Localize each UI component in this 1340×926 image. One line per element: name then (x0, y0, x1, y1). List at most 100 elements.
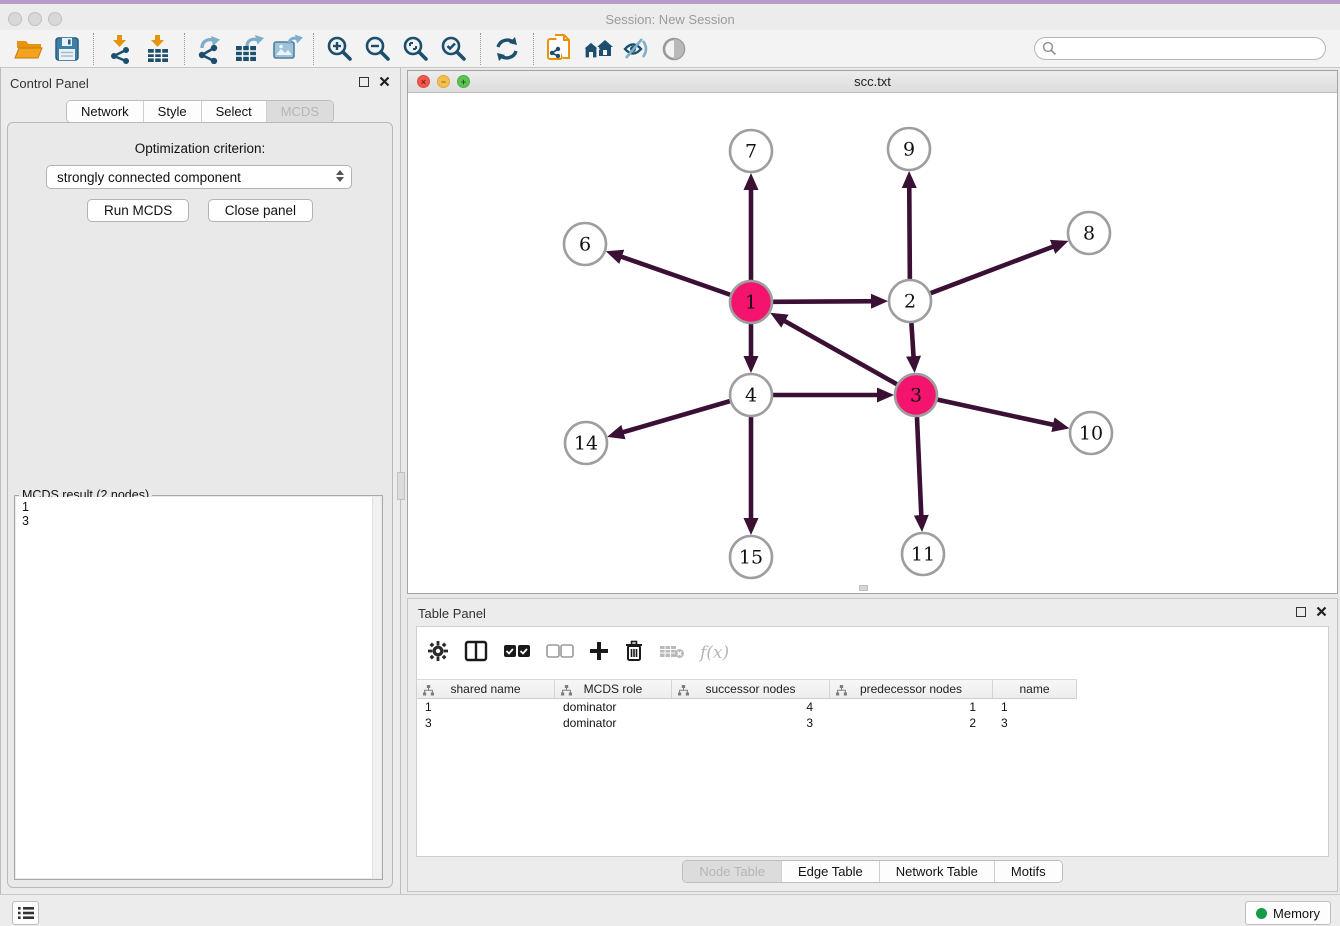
split-table-view-button[interactable] (464, 640, 488, 667)
graph-node-2[interactable]: 2 (889, 280, 931, 322)
deselect-all-columns-button[interactable] (546, 644, 574, 663)
select-all-columns-button[interactable] (503, 644, 531, 663)
tab-style[interactable]: Style (143, 101, 201, 122)
search-input[interactable] (1034, 37, 1326, 60)
tab-mcds[interactable]: MCDS (266, 101, 333, 122)
control-panel: Control Panel NetworkStyleSelectMCDS Opt… (0, 68, 401, 894)
tab-network[interactable]: Network (67, 101, 143, 122)
table-cell: 1 (993, 700, 1077, 716)
graph-edge-3-10[interactable] (937, 400, 1060, 427)
graph-edge-1-6[interactable] (614, 254, 730, 295)
window-titlebar: Session: New Session (0, 8, 1340, 30)
column-header-predecessor-nodes[interactable]: predecessor nodes (830, 680, 993, 698)
panel-divider-grip[interactable] (397, 472, 405, 500)
graph-node-10[interactable]: 10 (1070, 412, 1112, 454)
toolbar-separator (184, 33, 185, 65)
status-bar: Memory (0, 894, 1340, 926)
table-cell: 3 (672, 716, 830, 732)
canvas-resize-grip[interactable] (859, 585, 868, 591)
import-table-button[interactable] (139, 32, 177, 66)
hierarchy-icon (561, 685, 572, 696)
optimization-criterion-value: strongly connected component (57, 170, 241, 185)
export-table-button[interactable] (230, 32, 268, 66)
open-session-button[interactable] (10, 32, 48, 66)
export-network-button[interactable] (192, 32, 230, 66)
main-toolbar (0, 30, 1340, 68)
zoom-fit-button[interactable] (397, 32, 435, 66)
hide-selected-button[interactable] (617, 32, 655, 66)
tab-select[interactable]: Select (201, 101, 266, 122)
graph-edge-3-11[interactable] (917, 417, 922, 523)
table-toolbar: f(x) (427, 635, 729, 671)
close-panel-button[interactable]: Close panel (208, 199, 313, 222)
show-graphics-details-button[interactable] (655, 32, 693, 66)
graph-node-14[interactable]: 14 (565, 422, 607, 464)
graph-node-6[interactable]: 6 (564, 223, 606, 265)
create-column-button[interactable] (589, 641, 609, 666)
import-network-button[interactable] (101, 32, 139, 66)
memory-status-icon (1256, 908, 1267, 919)
hierarchy-icon (836, 685, 847, 696)
zoom-in-icon (326, 35, 354, 63)
hide-eye-icon (621, 35, 651, 63)
graph-node-4[interactable]: 4 (730, 374, 772, 416)
apply-layout-button[interactable] (488, 32, 526, 66)
graph-node-3[interactable]: 3 (895, 374, 937, 416)
network-canvas[interactable]: 1 2 3 4 6 7 8 9 10 11 14 15 (408, 93, 1337, 593)
table-row[interactable]: 3dominator323 (417, 716, 1327, 732)
eye-disabled-icon (660, 35, 688, 63)
column-header-successor-nodes[interactable]: successor nodes (672, 680, 830, 698)
zoom-selected-button[interactable] (435, 32, 473, 66)
table-cell: dominator (555, 700, 672, 716)
graph-edge-2-3[interactable] (911, 323, 914, 364)
graph-node-1[interactable]: 1 (730, 281, 772, 323)
optimization-criterion-label: Optimization criterion: (8, 141, 392, 156)
graph-node-7[interactable]: 7 (730, 130, 772, 172)
zoom-in-button[interactable] (321, 32, 359, 66)
column-header-name[interactable]: name (993, 680, 1077, 698)
network-window-titlebar[interactable]: × − + scc.txt (408, 71, 1337, 93)
graph-node-11[interactable]: 11 (902, 533, 944, 575)
tab-network-table[interactable]: Network Table (879, 861, 994, 882)
mcds-result-text[interactable]: 1 3 (16, 497, 381, 878)
run-mcds-button[interactable]: Run MCDS (87, 199, 189, 222)
graph-node-15[interactable]: 15 (730, 536, 772, 578)
close-panel-icon[interactable] (379, 76, 390, 87)
tab-node-table[interactable]: Node Table (683, 861, 781, 882)
export-table-icon (233, 34, 265, 64)
task-history-button[interactable] (12, 901, 39, 925)
graph-edge-2-8[interactable] (931, 244, 1060, 293)
optimization-criterion-select[interactable]: strongly connected component (46, 165, 352, 189)
table-row[interactable]: 1dominator411 (417, 700, 1327, 716)
search-icon (1042, 41, 1057, 56)
graph-node-8[interactable]: 8 (1068, 212, 1110, 254)
float-panel-icon[interactable] (359, 77, 369, 87)
svg-text:15: 15 (739, 547, 763, 569)
export-image-button[interactable] (268, 32, 306, 66)
first-neighbors-button[interactable] (579, 32, 617, 66)
save-session-button[interactable] (48, 32, 86, 66)
memory-button[interactable]: Memory (1245, 901, 1331, 925)
delete-column-button[interactable] (624, 640, 644, 667)
network-window-title: scc.txt (408, 74, 1337, 89)
tab-edge-table[interactable]: Edge Table (781, 861, 879, 882)
new-network-from-selection-button[interactable] (541, 32, 579, 66)
zoom-out-icon (364, 35, 392, 63)
column-header-shared-name[interactable]: shared name (417, 680, 555, 698)
tab-motifs[interactable]: Motifs (994, 861, 1062, 882)
column-header-MCDS-role[interactable]: MCDS role (555, 680, 672, 698)
svg-text:3: 3 (910, 385, 922, 407)
graph-edge-1-2[interactable] (773, 301, 879, 302)
table-cell: 4 (672, 700, 830, 716)
zoom-out-button[interactable] (359, 32, 397, 66)
result-scrollbar[interactable] (372, 497, 381, 878)
table-cell: dominator (555, 716, 672, 732)
graph-node-9[interactable]: 9 (888, 128, 930, 170)
table-settings-button[interactable] (427, 640, 449, 667)
graph-edge-4-14[interactable] (616, 401, 730, 434)
graph-edge-3-1[interactable] (778, 317, 897, 384)
float-table-panel-icon[interactable] (1296, 607, 1306, 617)
graph-edge-2-9[interactable] (909, 180, 910, 279)
table-cell: 2 (830, 716, 993, 732)
close-table-panel-icon[interactable] (1316, 606, 1327, 617)
